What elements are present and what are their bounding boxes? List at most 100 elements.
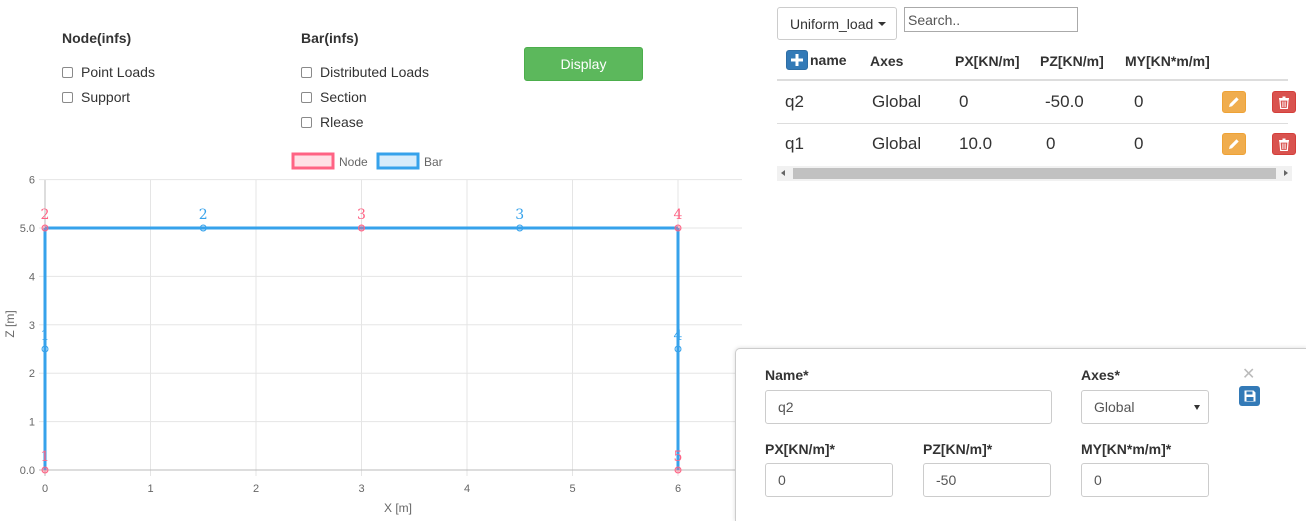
y-tick-label: 6 [29,175,35,187]
node-label: 1 [41,449,50,465]
edit-load-panel: Name* q2 Axes* Global ✕ PX[KN/m]* 0 PZ[K… [735,348,1306,521]
px-label: PX[KN/m]* [765,441,836,457]
axes-select-value: Global [1094,399,1135,415]
node-point [358,224,365,232]
col-my-header: MY[KN*m/m] [1125,53,1210,69]
axes-select[interactable]: Global [1081,390,1209,424]
x-tick-label: 3 [358,483,364,495]
pz-field[interactable]: -50 [923,463,1051,497]
bar-midpoint [199,224,207,232]
my-label: MY[KN*m/m]* [1081,441,1172,457]
col-axes-header: Axes [870,53,904,69]
bar-midpoint [41,345,49,353]
bar-group-title: Bar(infs) [301,30,359,46]
support-checkbox[interactable] [62,91,73,103]
distributed-loads-checkbox[interactable] [301,66,312,78]
point-loads-option[interactable]: Point Loads [62,62,155,82]
support-option[interactable]: Support [62,87,155,107]
legend-node-label: Node [339,155,368,169]
scroll-left-icon[interactable] [781,170,785,176]
y-tick-label: 3 [29,320,35,332]
chart-axes: 0 1 2 3 4 5 6 0.0 1 2 3 4 5.0 6 [20,175,681,495]
table-row: q2 Global 0 -50.0 0 [777,81,1296,124]
table-row: q1 Global 10.0 0 0 [777,124,1296,166]
load-type-value: Uniform_load [790,15,874,32]
trash-icon [1279,96,1289,109]
edit-button[interactable] [1222,91,1246,113]
bar-label: 2 [199,207,208,223]
table-horizontal-scrollbar[interactable] [777,166,1292,181]
distributed-loads-option[interactable]: Distributed Loads [301,62,429,82]
node-label: 5 [674,449,683,465]
cell-axes: Global [872,92,922,111]
y-tick-label: 5.0 [20,223,35,235]
caret-down-icon [878,21,887,26]
col-pz-header: PZ[KN/m] [1040,53,1104,69]
cell-name: q2 [785,92,804,111]
node-label: 4 [674,207,683,223]
x-tick-label: 5 [569,483,575,495]
col-name-header: name [810,52,847,68]
x-tick-label: 4 [464,483,470,495]
save-icon [1244,390,1255,402]
cell-pz: -50.0 [1045,92,1084,111]
save-button[interactable] [1239,386,1260,406]
node-point [41,466,49,474]
cell-pz: 0 [1046,134,1056,153]
col-px-header: PX[KN/m] [955,53,1020,69]
name-field[interactable]: q2 [765,390,1052,424]
x-tick-label: 2 [253,483,259,495]
pz-label: PZ[KN/m]* [923,441,993,457]
structure-chart: Node Bar 0 1 2 3 4 5 6 0.0 1 2 3 4 5.0 6 1 2 3 4 1 2 3 4 5 X… [3,152,742,515]
bar-midpoint [674,345,682,353]
axes-label: Axes* [1081,367,1120,383]
load-type-dropdown[interactable]: Uniform_load [777,7,897,40]
release-label: Rlease [320,114,364,130]
search-input[interactable] [904,7,1078,32]
section-label: Section [320,89,367,105]
node-label: 3 [357,207,366,223]
y-tick-label: 2 [29,368,35,380]
trash-icon [1279,138,1289,151]
cell-name: q1 [785,134,804,153]
legend-bar-label: Bar [424,155,443,169]
node-point [674,466,682,474]
section-option[interactable]: Section [301,87,429,107]
delete-button[interactable] [1272,133,1296,155]
pencil-icon [1229,97,1239,107]
plus-icon [791,54,803,66]
px-field[interactable]: 0 [765,463,893,497]
chart-legend: Node Bar [291,152,443,170]
section-checkbox[interactable] [301,91,312,103]
my-field[interactable]: 0 [1081,463,1209,497]
y-tick-label: 4 [29,271,35,283]
release-checkbox[interactable] [301,116,312,128]
x-tick-label: 1 [147,483,153,495]
y-tick-label: 0.0 [20,465,35,477]
pencil-icon [1229,139,1239,149]
node-group-title: Node(infs) [62,30,132,46]
close-icon[interactable]: ✕ [1242,367,1255,383]
bar-label: 4 [674,328,683,344]
select-arrow-icon [1194,404,1200,410]
name-label: Name* [765,367,809,383]
release-option[interactable]: Rlease [301,112,429,132]
point-loads-checkbox[interactable] [62,66,73,78]
delete-button[interactable] [1272,91,1296,113]
node-point [674,224,682,232]
add-load-button[interactable] [786,50,808,70]
point-loads-label: Point Loads [81,64,155,80]
y-tick-label: 1 [29,417,35,429]
distributed-loads-label: Distributed Loads [320,64,429,80]
cell-px: 0 [959,92,969,111]
edit-button[interactable] [1222,133,1246,155]
node-point [41,224,49,232]
display-button[interactable]: Display [524,47,643,81]
bar-label: 1 [41,328,50,344]
scroll-right-icon[interactable] [1284,170,1288,176]
cell-axes: Global [872,134,922,153]
y-axis-label: Z [m] [3,310,17,337]
cell-px: 10.0 [959,134,993,153]
cell-my: 0 [1134,92,1144,111]
scrollbar-thumb[interactable] [793,168,1276,179]
